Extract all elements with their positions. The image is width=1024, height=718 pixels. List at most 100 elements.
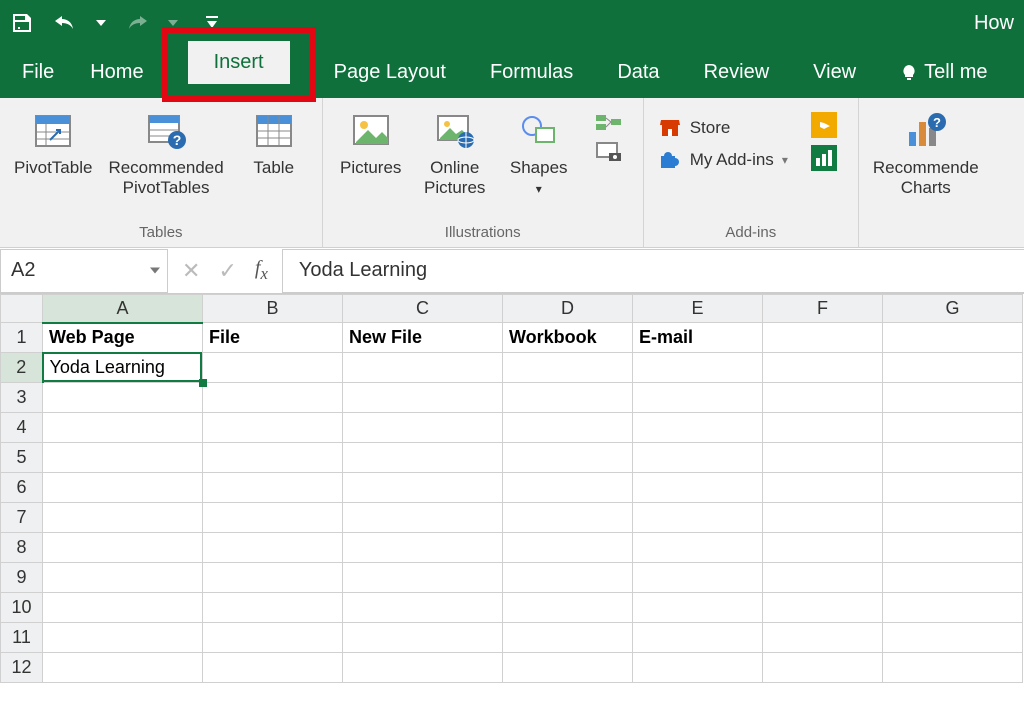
row-header-6[interactable]: 6 xyxy=(1,473,43,503)
recommended-pivottables-button[interactable]: ? RecommendedPivotTables xyxy=(100,106,231,203)
cell-G7[interactable] xyxy=(883,503,1023,533)
cell-F2[interactable] xyxy=(763,353,883,383)
cell-E6[interactable] xyxy=(633,473,763,503)
people-graph-icon[interactable] xyxy=(811,145,837,174)
pivottable-button[interactable]: PivotTable xyxy=(6,106,100,182)
cell-E2[interactable] xyxy=(633,353,763,383)
cell-B5[interactable] xyxy=(203,443,343,473)
column-header-F[interactable]: F xyxy=(763,295,883,323)
cell-C10[interactable] xyxy=(343,593,503,623)
cell-B6[interactable] xyxy=(203,473,343,503)
tab-insert[interactable]: Insert xyxy=(166,29,312,98)
cell-G4[interactable] xyxy=(883,413,1023,443)
cell-B7[interactable] xyxy=(203,503,343,533)
pictures-button[interactable]: Pictures xyxy=(329,106,413,182)
cell-D8[interactable] xyxy=(503,533,633,563)
cell-G12[interactable] xyxy=(883,653,1023,683)
cell-E10[interactable] xyxy=(633,593,763,623)
cell-C8[interactable] xyxy=(343,533,503,563)
cell-F12[interactable] xyxy=(763,653,883,683)
tab-formulas[interactable]: Formulas xyxy=(468,49,595,98)
my-addins-button[interactable]: My Add-ins ▾ xyxy=(658,148,788,172)
tab-page-layout[interactable]: Page Layout xyxy=(312,49,468,98)
row-header-9[interactable]: 9 xyxy=(1,563,43,593)
cell-E1[interactable]: E-mail xyxy=(633,323,763,353)
tab-file[interactable]: File xyxy=(8,49,68,98)
cell-F9[interactable] xyxy=(763,563,883,593)
cell-A10[interactable] xyxy=(43,593,203,623)
cell-B3[interactable] xyxy=(203,383,343,413)
cell-A2[interactable]: Yoda Learning xyxy=(43,353,203,383)
cell-D5[interactable] xyxy=(503,443,633,473)
cell-B11[interactable] xyxy=(203,623,343,653)
tab-view[interactable]: View xyxy=(791,49,878,98)
tab-data[interactable]: Data xyxy=(595,49,681,98)
cell-G10[interactable] xyxy=(883,593,1023,623)
cell-A6[interactable] xyxy=(43,473,203,503)
cell-F7[interactable] xyxy=(763,503,883,533)
cell-E8[interactable] xyxy=(633,533,763,563)
cell-A7[interactable] xyxy=(43,503,203,533)
cell-B1[interactable]: File xyxy=(203,323,343,353)
cell-G3[interactable] xyxy=(883,383,1023,413)
row-header-5[interactable]: 5 xyxy=(1,443,43,473)
column-header-G[interactable]: G xyxy=(883,295,1023,323)
cell-C9[interactable] xyxy=(343,563,503,593)
row-header-2[interactable]: 2 xyxy=(1,353,43,383)
cancel-icon[interactable]: ✕ xyxy=(182,258,200,284)
cell-G11[interactable] xyxy=(883,623,1023,653)
select-all-button[interactable] xyxy=(1,295,43,323)
formula-input[interactable]: Yoda Learning xyxy=(282,249,1024,293)
cell-G1[interactable] xyxy=(883,323,1023,353)
cell-A5[interactable] xyxy=(43,443,203,473)
cell-C4[interactable] xyxy=(343,413,503,443)
cell-F8[interactable] xyxy=(763,533,883,563)
cell-C6[interactable] xyxy=(343,473,503,503)
cell-E3[interactable] xyxy=(633,383,763,413)
cell-C11[interactable] xyxy=(343,623,503,653)
cell-E12[interactable] xyxy=(633,653,763,683)
cell-A1[interactable]: Web Page xyxy=(43,323,203,353)
store-button[interactable]: Store xyxy=(658,116,788,140)
online-pictures-button[interactable]: OnlinePictures xyxy=(413,106,497,203)
cell-F4[interactable] xyxy=(763,413,883,443)
screenshot-icon[interactable] xyxy=(595,139,623,166)
cell-C7[interactable] xyxy=(343,503,503,533)
cell-D3[interactable] xyxy=(503,383,633,413)
cell-D2[interactable] xyxy=(503,353,633,383)
cell-B2[interactable] xyxy=(203,353,343,383)
cell-F10[interactable] xyxy=(763,593,883,623)
enter-icon[interactable]: ✓ xyxy=(218,258,236,284)
tab-tell-me[interactable]: Tell me xyxy=(878,49,1009,98)
cell-D1[interactable]: Workbook xyxy=(503,323,633,353)
cell-A9[interactable] xyxy=(43,563,203,593)
cell-G5[interactable] xyxy=(883,443,1023,473)
cell-C12[interactable] xyxy=(343,653,503,683)
cell-B4[interactable] xyxy=(203,413,343,443)
cell-C1[interactable]: New File xyxy=(343,323,503,353)
cell-A4[interactable] xyxy=(43,413,203,443)
cell-A12[interactable] xyxy=(43,653,203,683)
cell-C5[interactable] xyxy=(343,443,503,473)
cell-F11[interactable] xyxy=(763,623,883,653)
cell-B12[interactable] xyxy=(203,653,343,683)
column-header-C[interactable]: C xyxy=(343,295,503,323)
fx-icon[interactable]: fx xyxy=(255,257,268,284)
cell-D12[interactable] xyxy=(503,653,633,683)
column-header-D[interactable]: D xyxy=(503,295,633,323)
cell-A3[interactable] xyxy=(43,383,203,413)
shapes-button[interactable]: Shapes▾ xyxy=(497,106,581,203)
column-header-A[interactable]: A xyxy=(43,295,203,323)
cell-G2[interactable] xyxy=(883,353,1023,383)
cell-E9[interactable] xyxy=(633,563,763,593)
qat-customize-icon[interactable] xyxy=(206,16,218,30)
cell-E11[interactable] xyxy=(633,623,763,653)
cell-D10[interactable] xyxy=(503,593,633,623)
cell-G8[interactable] xyxy=(883,533,1023,563)
cell-F1[interactable] xyxy=(763,323,883,353)
cell-D7[interactable] xyxy=(503,503,633,533)
cell-B9[interactable] xyxy=(203,563,343,593)
name-box[interactable]: A2 xyxy=(0,249,168,293)
cell-E5[interactable] xyxy=(633,443,763,473)
table-button[interactable]: Table xyxy=(232,106,316,182)
